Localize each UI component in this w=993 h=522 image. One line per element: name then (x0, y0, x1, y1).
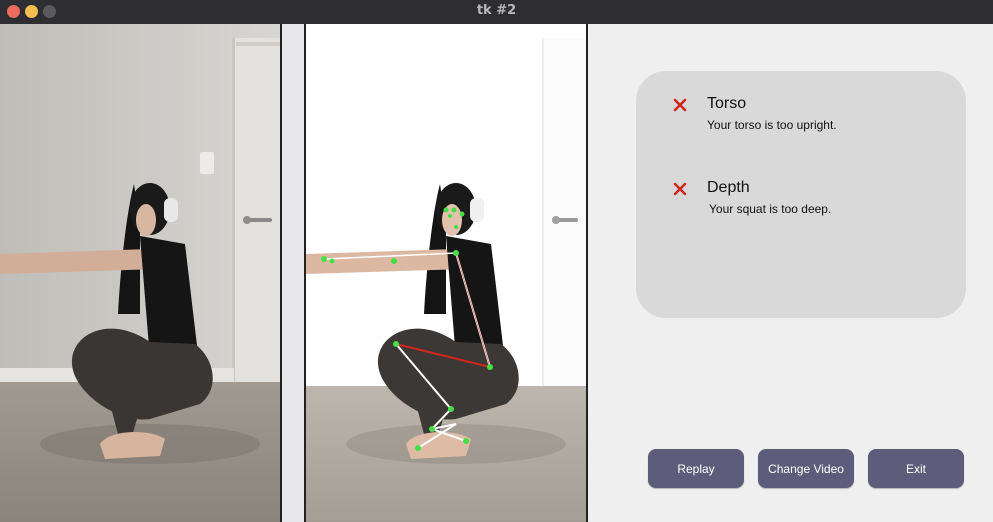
cross-icon (673, 98, 687, 112)
original-video-image (0, 24, 280, 522)
torso-check-title: Torso (707, 95, 747, 112)
pose-analysis-image (306, 24, 586, 522)
video-divider (280, 24, 306, 522)
change-video-button[interactable]: Change Video (758, 449, 854, 488)
pose-analysis-frame (306, 24, 588, 522)
torso-check-message: Your torso is too upright. (707, 118, 837, 132)
replay-button[interactable]: Replay (648, 449, 744, 488)
title-bar: tk #2 (0, 0, 993, 24)
window-title: tk #2 (476, 3, 517, 18)
exit-button[interactable]: Exit (868, 449, 964, 488)
depth-check-message: Your squat is too deep. (709, 202, 832, 216)
depth-check-title: Depth (707, 179, 750, 196)
feedback-panel: Torso Your torso is too upright. Depth Y… (636, 71, 966, 318)
original-video-frame (0, 24, 280, 522)
cross-icon (673, 182, 687, 196)
